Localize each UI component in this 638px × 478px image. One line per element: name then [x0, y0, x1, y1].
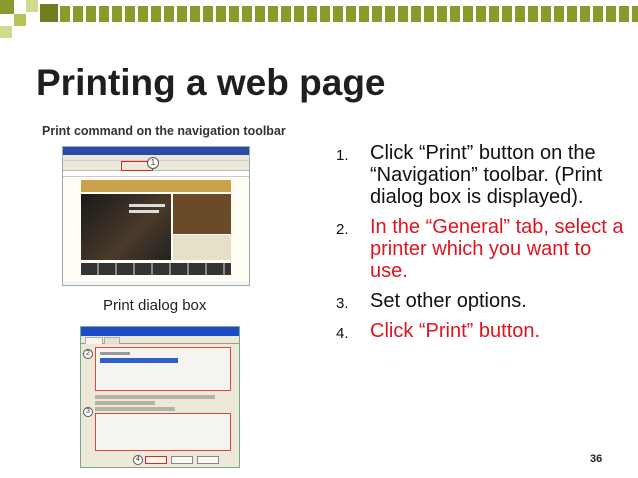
step-item: 3. Set other options.	[336, 290, 626, 312]
status-row	[95, 395, 215, 399]
select-printer-group	[95, 347, 231, 391]
decor-square	[0, 0, 14, 14]
decor-square	[0, 26, 12, 38]
decor-square	[26, 0, 38, 12]
page-range-group	[95, 413, 231, 451]
dialog-tabs	[81, 336, 239, 344]
callout-badge: 2	[83, 349, 93, 359]
decor-square	[14, 14, 26, 26]
step-text: Click “Print” button on the “Navigation”…	[370, 142, 603, 208]
caption-navigation-toolbar: Print command on the navigation toolbar	[42, 124, 286, 138]
step-item: 4. Click “Print” button.	[336, 320, 626, 342]
tab-general	[85, 337, 103, 344]
step-text: Click “Print” button.	[370, 320, 541, 342]
web-page-content	[63, 177, 249, 281]
callout-badge: 4	[133, 455, 143, 465]
thumbnail-strip	[81, 263, 231, 275]
window-titlebar	[63, 147, 249, 155]
top-decor-band	[0, 0, 638, 40]
tab-options	[104, 337, 120, 344]
group-label	[100, 352, 130, 355]
side-image	[173, 194, 231, 234]
navigation-toolbar: 1	[63, 157, 249, 171]
dialog-titlebar	[81, 327, 239, 336]
print-dialog-screenshot: 2 3 4	[80, 326, 240, 468]
print-button	[145, 456, 167, 464]
hero-text-line	[129, 204, 165, 207]
step-number: 3.	[336, 295, 349, 312]
decor-stripe	[60, 6, 638, 22]
decor-square	[40, 4, 58, 22]
callout-badge: 3	[83, 407, 93, 417]
step-number: 1.	[336, 147, 349, 164]
slide-title: Printing a web page	[36, 62, 386, 103]
hero-text-line	[129, 210, 159, 213]
page-banner	[81, 180, 231, 192]
step-number: 4.	[336, 325, 349, 342]
callout-badge: 1	[147, 157, 159, 169]
steps-list: 1. Click “Print” button on the “Navigati…	[336, 142, 626, 350]
caption-print-dialog: Print dialog box	[103, 297, 207, 314]
page-number: 36	[590, 453, 603, 465]
step-item: 1. Click “Print” button on the “Navigati…	[336, 142, 626, 208]
step-number: 2.	[336, 221, 349, 238]
step-text: Set other options.	[370, 290, 527, 312]
selected-printer	[100, 358, 178, 363]
apply-button	[197, 456, 219, 464]
cancel-button	[171, 456, 193, 464]
location-row	[95, 401, 155, 405]
side-panel	[173, 235, 231, 260]
step-item: 2. In the “General” tab, select a printe…	[336, 216, 626, 282]
comment-row	[95, 407, 175, 411]
browser-screenshot: 1	[62, 146, 250, 286]
step-text: In the “General” tab, select a printer w…	[370, 216, 624, 282]
hero-image	[81, 194, 171, 260]
